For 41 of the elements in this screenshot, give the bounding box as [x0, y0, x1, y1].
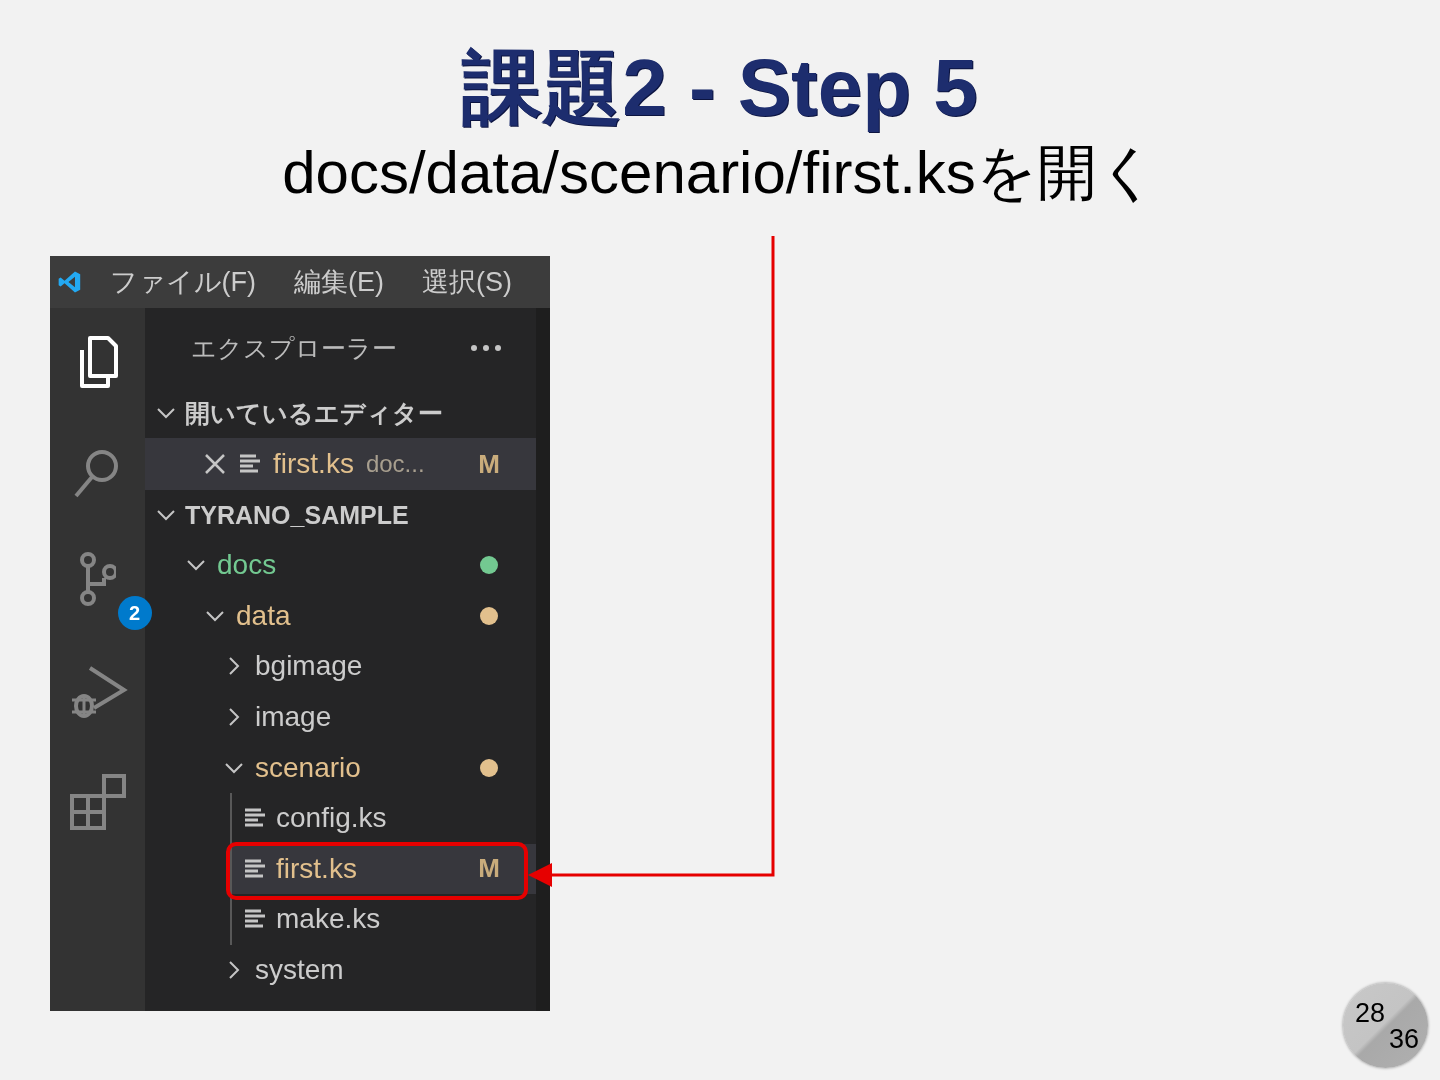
folder-name: scenario — [255, 751, 361, 784]
source-control-icon[interactable] — [79, 552, 116, 608]
file-name: make.ks — [276, 903, 381, 936]
section-title[interactable]: 開いているエディター — [185, 396, 443, 430]
tree-item[interactable]: docs — [145, 540, 536, 591]
tree-item[interactable]: first.ks M — [232, 843, 536, 895]
folder-name: system — [255, 954, 344, 987]
folder-name: docs — [217, 549, 277, 582]
file-lines-icon — [239, 453, 261, 475]
slide-title: 課題2 - Step 5 — [462, 42, 978, 134]
file-lines-icon — [244, 807, 266, 830]
folder-name: bgimage — [255, 650, 363, 683]
menu-item[interactable]: ファイル(F) — [109, 264, 256, 300]
file-path: doc... — [365, 450, 425, 478]
tree-item[interactable]: bgimage — [145, 641, 536, 692]
file-name: first.ks — [276, 852, 357, 885]
tree-item[interactable]: image — [145, 691, 536, 743]
file-name: config.ks — [276, 802, 387, 835]
section-title[interactable]: TYRANO_SAMPLE — [185, 500, 409, 530]
file-name: first.ks — [273, 448, 354, 480]
slide-subtitle: docs/data/scenario/first.ksを開く — [282, 138, 1158, 208]
open-editor-item[interactable]: first.ks doc... M — [145, 438, 536, 490]
file-lines-icon — [244, 908, 266, 931]
more-icon[interactable] — [470, 344, 502, 352]
tree-item[interactable]: system — [145, 944, 536, 996]
git-status: M — [478, 853, 500, 885]
folder-name: image — [255, 701, 332, 734]
folder-name: data — [236, 599, 291, 632]
tree-item[interactable]: make.ks — [232, 894, 536, 945]
git-status: M — [478, 448, 500, 480]
page-number: 28 — [1355, 998, 1386, 1029]
extensions-icon[interactable] — [67, 772, 128, 832]
menu-item[interactable]: 選択(S) — [422, 264, 512, 300]
count-badge: 2 — [117, 596, 152, 630]
tree-item[interactable]: config.ks — [232, 792, 536, 844]
panel-title: エクスプローラー — [191, 332, 397, 364]
close-icon[interactable] — [203, 452, 227, 476]
file-lines-icon — [244, 857, 266, 880]
tree-item[interactable]: scenario — [145, 742, 536, 793]
page-total: 36 — [1389, 1024, 1420, 1055]
menu-item[interactable]: 編集(E) — [294, 264, 384, 300]
